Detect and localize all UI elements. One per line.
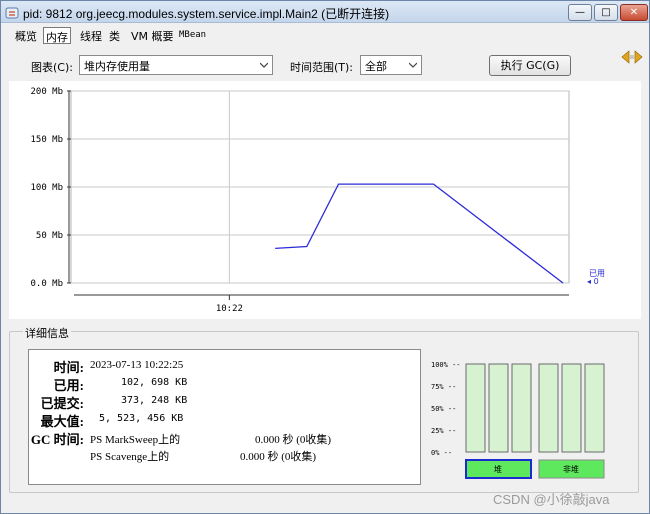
tab-classes[interactable]: 类 — [107, 27, 122, 44]
max-value: 5, 523, 456 KB — [99, 413, 184, 424]
minimize-button[interactable]: — — [568, 4, 592, 21]
minimize-icon: — — [575, 7, 585, 18]
time-range-select[interactable]: 全部 — [360, 55, 422, 75]
memory-pools-chart: 100% -- 75% -- 50% -- 25% -- 0% -- 堆 非堆 — [431, 361, 605, 479]
gc-row-value: 0.000 秒 (0收集) — [240, 451, 317, 463]
tab-mbeans[interactable]: MBean — [177, 29, 208, 46]
tab-overview[interactable]: 概览 — [13, 27, 39, 44]
pool-y-tick-label: 25% -- — [431, 427, 456, 435]
y-tick-label: 50 Mb — [36, 231, 63, 241]
pool-y-tick-label: 75% -- — [431, 383, 456, 391]
maximize-button[interactable]: □ — [594, 4, 618, 21]
y-tick-label: 0.0 Mb — [30, 279, 63, 289]
tab-memory[interactable]: 内存 — [43, 27, 71, 44]
chart-label: 图表(C): — [31, 61, 73, 74]
pool-bar — [511, 363, 532, 453]
max-label: 最大值: — [40, 414, 84, 429]
pool-bar — [465, 363, 486, 453]
close-button[interactable]: ✕ — [620, 4, 648, 21]
pool-bar — [538, 363, 559, 453]
connection-arrows-icon[interactable] — [621, 50, 643, 64]
maximize-icon: □ — [601, 7, 611, 18]
pool-bar — [488, 363, 509, 453]
chart-select-value: 堆内存使用量 — [84, 60, 150, 73]
gc-row-name: PS MarkSweep上的 — [90, 434, 181, 446]
used-value: 102, 698 KB — [121, 377, 188, 388]
details-box: 时间: 2023-07-13 10:22:25 已用: 102, 698 KB … — [28, 349, 421, 485]
gc-time-label: GC 时间: — [30, 432, 84, 447]
committed-label: 已提交: — [40, 396, 84, 411]
java-app-icon — [5, 7, 19, 19]
chart-canvas: 0.0 Mb 50 Mb 100 Mb 150 Mb 200 Mb 10:22 — [30, 87, 570, 314]
used-label: 已用: — [53, 378, 84, 393]
y-tick-label: 100 Mb — [30, 183, 63, 193]
legend-value-text: 0 — [593, 277, 599, 286]
y-tick-label: 200 Mb — [30, 87, 63, 97]
watermark: CSDN @小徐敲java — [493, 492, 610, 507]
pool-bar — [584, 363, 605, 453]
pool-y-tick-label: 50% -- — [431, 405, 456, 413]
window-title: pid: 9812 org.jeecg.modules.system.servi… — [23, 7, 390, 21]
time-label: 时间: — [53, 360, 84, 375]
committed-value: 373, 248 KB — [121, 395, 188, 406]
chevron-down-icon — [409, 62, 417, 68]
pool-y-tick-label: 100% -- — [431, 361, 461, 369]
x-tick-label: 10:22 — [216, 304, 243, 314]
main-window: pid: 9812 org.jeecg.modules.system.servi… — [0, 0, 650, 514]
y-tick-label: 150 Mb — [30, 135, 63, 145]
tab-threads[interactable]: 线程 — [78, 27, 104, 44]
chevron-down-icon — [260, 62, 268, 68]
legend-used-value: ◂ 0 — [587, 277, 599, 286]
gc-row-name: PS Scavenge上的 — [90, 451, 170, 463]
pool-bar — [561, 363, 582, 453]
perform-gc-button[interactable]: 执行 GC(G) — [489, 55, 571, 76]
heap-label: 堆 — [494, 464, 502, 474]
nonheap-label: 非堆 — [563, 464, 579, 474]
pool-y-tick-label: 0% -- — [431, 449, 452, 457]
time-range-value: 全部 — [365, 60, 387, 73]
close-icon: ✕ — [629, 7, 639, 18]
tab-bar: 概览 内存 线程 类 VM 概要 MBean — [1, 24, 649, 64]
chart-select[interactable]: 堆内存使用量 — [79, 55, 273, 75]
title-bar[interactable]: pid: 9812 org.jeecg.modules.system.servi… — [1, 1, 649, 23]
details-title: 详细信息 — [23, 325, 71, 341]
tab-vm-summary[interactable]: VM 概要 — [129, 27, 176, 44]
time-value: 2023-07-13 10:22:25 — [90, 359, 184, 371]
gc-row-value: 0.000 秒 (0收集) — [255, 434, 332, 446]
memory-chart: 0.0 Mb 50 Mb 100 Mb 150 Mb 200 Mb 10:22 已用 ◂ … — [9, 81, 641, 319]
time-range-label: 时间范围(T): — [290, 61, 354, 74]
